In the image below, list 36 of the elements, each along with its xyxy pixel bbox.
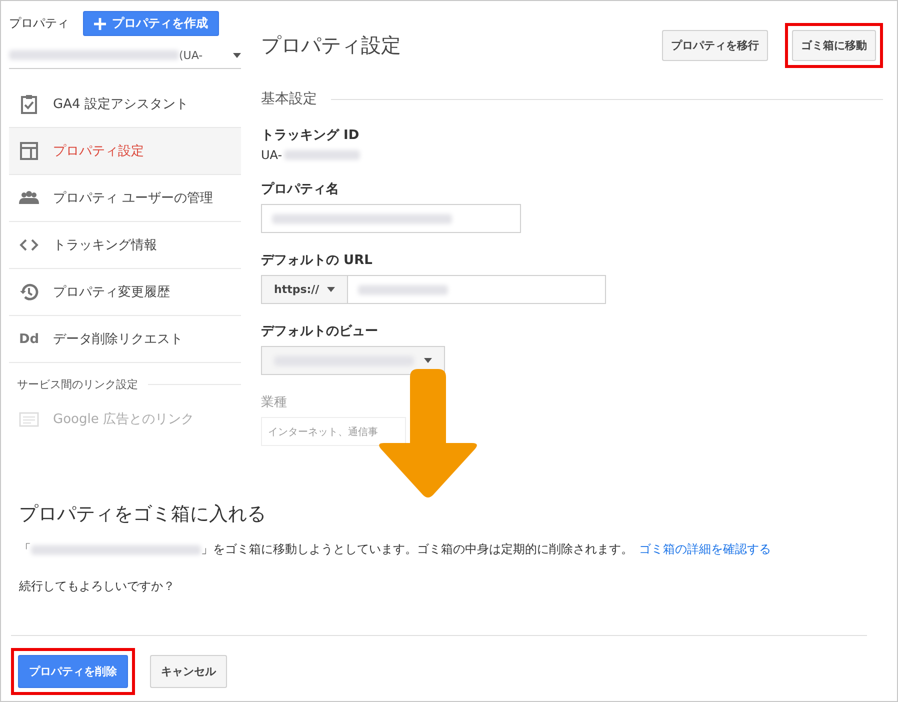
property-select[interactable]: (UA- (9, 42, 241, 69)
dialog-title: プロパティをゴミ箱に入れる (19, 502, 267, 527)
down-arrow-icon (376, 369, 480, 499)
confirm-question: 続行してもよろしいですか？ (19, 578, 176, 595)
sidebar-item[interactable]: プロパティ設定 (9, 128, 241, 175)
dd-icon: Dd (19, 332, 39, 346)
plus-icon (94, 18, 106, 30)
page-title: プロパティ設定 (261, 32, 402, 59)
field-label: デフォルトのビュー (261, 323, 379, 340)
sidebar-item[interactable]: プロパティ ユーザーの管理 (9, 175, 241, 222)
url-field[interactable] (348, 275, 606, 304)
field-label: プロパティ名 (261, 180, 340, 198)
view-dropdown[interactable] (261, 346, 445, 375)
dialog-message: 」をゴミ箱に移動しようとしています。ゴミ箱の中身は定期的に削除されます。 (201, 541, 633, 558)
field-label: トラッキング ID (261, 127, 360, 144)
sidebar-label: プロパティ (9, 15, 69, 32)
protocol-dropdown[interactable]: https:// (261, 275, 348, 304)
trash-details-link[interactable]: ゴミ箱の詳細を確認する (639, 541, 771, 558)
section-heading: 基本設定 (261, 90, 317, 108)
field-label: 業種 (261, 394, 288, 411)
clipboard-check-icon (19, 94, 39, 114)
layout-icon (19, 141, 39, 161)
property-name-field[interactable] (261, 204, 521, 233)
action-button[interactable]: ゴミ箱に移動 (792, 30, 876, 61)
sidebar-item[interactable]: トラッキング情報 (9, 222, 241, 269)
tracking-id-value: UA- (261, 148, 282, 162)
create-property-button[interactable]: プロパティを作成 (83, 11, 219, 36)
field-label: デフォルトの URL (261, 252, 374, 269)
delete-property-button[interactable]: プロパティを削除 (18, 655, 128, 688)
history-icon (19, 282, 39, 302)
cancel-button[interactable]: キャンセル (150, 655, 227, 688)
quote-mark: 「 (19, 541, 31, 558)
sidebar-item[interactable]: Dd データ削除リクエスト (9, 316, 241, 363)
sidebar-item[interactable]: プロパティ変更履歴 (9, 269, 241, 316)
action-button[interactable]: プロパティを移行 (662, 30, 768, 61)
section-title: サービス間のリンク設定 (17, 377, 138, 392)
